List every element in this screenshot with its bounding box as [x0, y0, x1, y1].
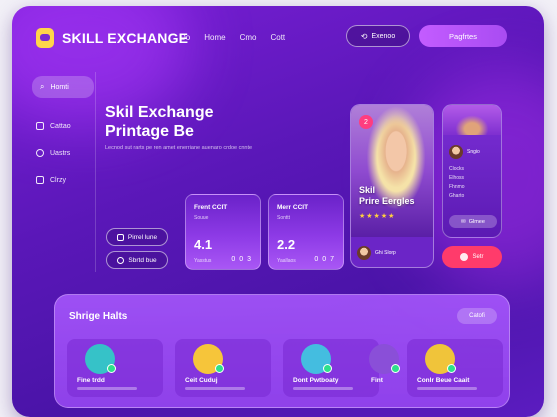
- message-icon: ✉: [461, 218, 466, 225]
- cta-button[interactable]: Pagfrtes: [419, 25, 507, 47]
- sidebar-item-label: Homti: [50, 83, 69, 91]
- side-profile-header: Sngio: [449, 145, 480, 159]
- avatar: [357, 246, 371, 260]
- hero-subtitle: Lecnod sut rarts pe ren amet enerriane a…: [105, 145, 253, 151]
- user-card[interactable]: Fine trdd: [67, 339, 163, 397]
- user-progress: [417, 387, 477, 390]
- stat-value: 2.2: [277, 237, 296, 252]
- detail-line: Fhnmo: [449, 184, 465, 190]
- stat-count: 0 0 3: [231, 256, 252, 263]
- top-nav: Do Home Cmo Cott: [180, 33, 285, 42]
- stat-count: 0 0 7: [314, 256, 335, 263]
- stat-foot: Yaallaos: [277, 258, 296, 264]
- detail-line: Clocks: [449, 166, 465, 172]
- user-progress: [77, 387, 137, 390]
- side-profile-button-label: Glmee: [468, 218, 485, 225]
- clock-icon: [117, 256, 125, 264]
- search-icon: ⌕: [40, 82, 45, 91]
- brand-name: SKILL EXCHANGE: [62, 30, 189, 46]
- side-profile-button[interactable]: ✉ Glmee: [449, 215, 497, 228]
- detail-line: Gharto: [449, 193, 465, 199]
- explore-label: Exenoo: [371, 32, 396, 40]
- sidebar-item-users[interactable]: Uastrs: [36, 149, 70, 157]
- user-name: Conlr Beue Caait: [417, 377, 470, 384]
- avatar: [301, 344, 332, 374]
- side-profile-banner: [443, 105, 501, 135]
- featured-profile-card[interactable]: 2 Skil Prire Eergles ★★★★★ Ghi Slorp: [350, 104, 434, 268]
- profile-meta: Ghi Slorp: [357, 243, 429, 263]
- sidebar-item-calendar[interactable]: Clrzy: [36, 176, 66, 184]
- avatar: [193, 344, 224, 374]
- stat-sub: Sonttt: [277, 215, 291, 221]
- pill-label: Pirrel lune: [127, 233, 158, 241]
- play-icon: [116, 233, 124, 241]
- profile-title-line: Skil: [359, 185, 376, 195]
- chat-icon: [36, 122, 44, 130]
- hero-title-line: Skil Exchange: [105, 104, 214, 121]
- side-profile-details: Clocks Elhoss Fhnmo Gharto: [449, 165, 465, 201]
- hero-title: Skil Exchange Printage Be: [105, 103, 214, 141]
- refresh-icon: ⟲: [360, 31, 368, 41]
- danger-button-label: Setr: [472, 254, 484, 260]
- record-icon: [460, 253, 469, 261]
- user-progress: [293, 387, 353, 390]
- app-window: SKILL EXCHANGE Do Home Cmo Cott ⟲ Exenoo…: [12, 6, 544, 417]
- stat-label: Frent CCIT: [194, 204, 228, 211]
- avatar: [425, 344, 456, 374]
- hero-button-primary[interactable]: Pirrel lune: [106, 228, 168, 246]
- explore-button[interactable]: ⟲ Exenoo: [346, 25, 410, 47]
- nav-item[interactable]: Home: [204, 33, 225, 42]
- graduation-cap-icon: [36, 28, 54, 48]
- stat-label: Merr CCIT: [277, 204, 309, 211]
- user-name: Ceit Cuduj: [185, 377, 218, 384]
- sidebar-item-chat[interactable]: Cattao: [36, 122, 71, 130]
- nav-item[interactable]: Cott: [270, 33, 285, 42]
- user-progress: [185, 387, 245, 390]
- avatar: [85, 344, 116, 374]
- rating-stars: ★★★★★: [359, 213, 396, 220]
- stat-card[interactable]: Frent CCIT Souue 4.1 Yasstus 0 0 3: [185, 194, 261, 270]
- hero-title-line: Printage Be: [105, 123, 194, 140]
- panel-action-button[interactable]: Catofi: [457, 308, 497, 324]
- user-card[interactable]: Ceit Cuduj: [175, 339, 271, 397]
- user-name: Fint: [371, 377, 383, 384]
- stat-value: 4.1: [194, 237, 213, 252]
- users-icon: [36, 149, 44, 157]
- detail-line: Elhoss: [449, 175, 465, 181]
- user-name: Fine trdd: [77, 377, 105, 384]
- stat-card[interactable]: Merr CCIT Sonttt 2.2 Yaallaos 0 0 7: [268, 194, 344, 270]
- side-profile-card[interactable]: Sngio Clocks Elhoss Fhnmo Gharto ✉ Glmee: [442, 104, 502, 238]
- sidebar-item-label: Uastrs: [50, 149, 71, 157]
- side-profile-name: Sngio: [467, 149, 480, 155]
- profile-title: Skil Prire Eergles: [359, 185, 415, 207]
- sidebar: ⌕ Homti Cattao Uastrs Clrzy: [24, 72, 96, 272]
- cta-label: Pagfrtes: [449, 31, 477, 41]
- avatar: [369, 344, 400, 374]
- sidebar-item-label: Cattao: [50, 122, 71, 130]
- user-name: Dont Pwtboaty: [293, 377, 339, 384]
- user-card[interactable]: Conlr Beue Caait: [407, 339, 503, 397]
- pill-label: Sbrtd bue: [128, 256, 157, 264]
- nav-item[interactable]: Do: [180, 33, 190, 42]
- avatar: [449, 145, 463, 159]
- user-card[interactable]: Fint: [355, 339, 400, 397]
- sidebar-item-home[interactable]: ⌕ Homti: [32, 76, 94, 98]
- profile-meta-text: Ghi Slorp: [375, 250, 396, 256]
- brand-logo[interactable]: SKILL EXCHANGE: [36, 28, 188, 48]
- stat-sub: Souue: [194, 215, 209, 221]
- notification-badge: 2: [359, 115, 373, 129]
- hero-button-secondary[interactable]: Sbrtd bue: [106, 251, 168, 269]
- nav-item[interactable]: Cmo: [240, 33, 257, 42]
- profile-title-line: Prire Eergles: [359, 196, 415, 206]
- danger-button[interactable]: Setr: [442, 246, 502, 268]
- stat-foot: Yasstus: [194, 258, 212, 264]
- shared-skills-panel: Shrige Halts Catofi Fine trdd Ceit Cuduj…: [54, 294, 510, 408]
- sidebar-item-label: Clrzy: [50, 176, 66, 184]
- panel-title: Shrige Halts: [69, 311, 128, 322]
- calendar-icon: [36, 176, 44, 184]
